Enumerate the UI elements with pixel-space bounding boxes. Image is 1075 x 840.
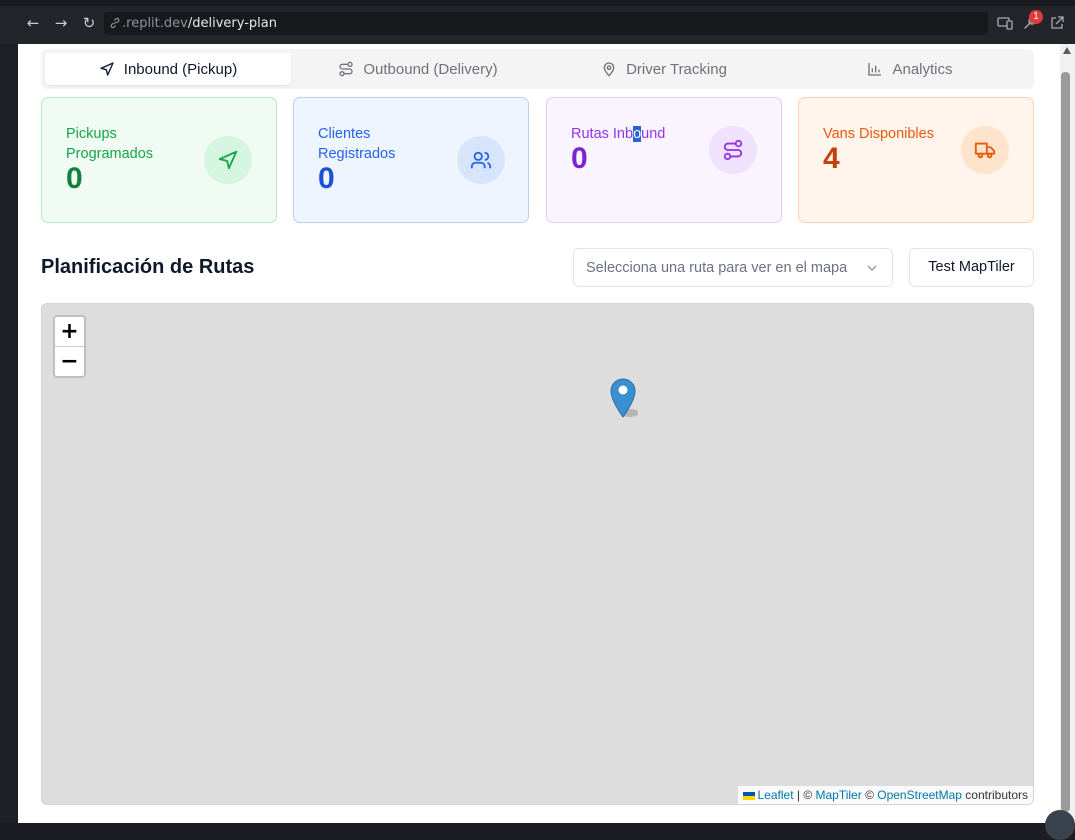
test-maptiler-button[interactable]: Test MapTiler [909, 248, 1034, 287]
route-icon [339, 61, 354, 77]
side-panel-edge [0, 44, 18, 823]
tab-label: Driver Tracking [626, 60, 727, 78]
map-attribution: Leaflet | © MapTiler © OpenStreetMap con… [737, 786, 1033, 804]
back-icon[interactable]: ← [24, 14, 42, 32]
stat-icon [204, 136, 252, 184]
zoom-control: + − [53, 315, 86, 378]
assistant-avatar[interactable] [1045, 810, 1075, 840]
send-icon [218, 150, 238, 170]
attribution-text: contributors [961, 788, 1028, 802]
tab-outbound[interactable]: Outbound (Delivery) [295, 53, 541, 85]
users-icon [470, 151, 492, 169]
url-text: .replit.dev/delivery-plan [122, 16, 277, 31]
tab-analytics[interactable]: Analytics [787, 53, 1033, 85]
stat-value: 0 [318, 162, 335, 195]
route-select-placeholder: Selecciona una ruta para ver en el mapa [586, 260, 848, 276]
reload-icon[interactable]: ↻ [80, 14, 98, 32]
route-map[interactable]: + − Leaflet | © MapTiler © OpenStreetMap… [41, 303, 1034, 805]
url-path: /delivery-plan [187, 16, 277, 31]
link-icon [110, 17, 120, 29]
stat-card-pickups: Pickups Programados 0 [41, 97, 277, 223]
route-select[interactable]: Selecciona una ruta para ver en el mapa [573, 248, 893, 287]
scrollbar-thumb[interactable] [1061, 72, 1070, 812]
map-pin-icon [603, 62, 615, 77]
leaflet-link[interactable]: Leaflet [758, 788, 794, 802]
tab-strip [0, 0, 1075, 6]
stat-card-inbound-routes: Rutas Inbound 0 [546, 97, 782, 223]
stat-label: Pickups Programados [66, 126, 154, 162]
tab-label: Analytics [892, 60, 953, 78]
maptiler-link[interactable]: MapTiler [816, 788, 862, 802]
chevron-down-icon [867, 265, 877, 272]
truck-icon [974, 142, 996, 159]
route-icon [723, 139, 743, 161]
stat-label-part: und [641, 126, 666, 142]
stat-label: Vans Disponibles [823, 126, 934, 142]
ukraine-flag-icon [742, 792, 755, 800]
send-icon [100, 62, 114, 76]
stat-value: 4 [823, 142, 840, 175]
map-marker-icon[interactable] [610, 377, 638, 419]
stat-card-vans: Vans Disponibles 4 [798, 97, 1034, 223]
tab-label: Inbound (Pickup) [123, 60, 238, 78]
forward-icon[interactable]: → [52, 14, 70, 32]
stat-icon [961, 126, 1009, 174]
url-host: .replit.dev [122, 16, 188, 31]
stat-icon [457, 136, 505, 184]
stat-value: 0 [571, 142, 588, 175]
stat-icon [709, 126, 757, 174]
open-external-icon[interactable] [1048, 14, 1066, 32]
notification-badge: 1 [1029, 10, 1043, 24]
text-selection: o [633, 126, 642, 142]
stat-card-clients: Clientes Registrados 0 [293, 97, 529, 223]
stat-value: 0 [66, 162, 83, 195]
stat-label-part: Rutas Inb [571, 126, 634, 142]
stat-label: Rutas Inbound [571, 124, 701, 144]
attribution-separator: | © [793, 788, 816, 802]
attribution-separator: © [861, 788, 878, 802]
view-tabs: Inbound (Pickup) Outbound (Delivery) Dri… [41, 49, 1034, 89]
bar-chart-icon [868, 63, 882, 76]
tab-label: Outbound (Delivery) [363, 60, 498, 78]
tab-driver-tracking[interactable]: Driver Tracking [541, 53, 787, 85]
tab-inbound[interactable]: Inbound (Pickup) [45, 53, 291, 85]
scroll-up-arrow[interactable] [1063, 47, 1071, 54]
stat-label: Clientes Registrados [318, 126, 396, 162]
section-title: Planificación de Rutas [41, 256, 255, 278]
devices-icon[interactable] [996, 14, 1014, 32]
zoom-in-button[interactable]: + [55, 317, 84, 347]
zoom-out-button[interactable]: − [55, 347, 84, 376]
openstreetmap-link[interactable]: OpenStreetMap [877, 788, 962, 802]
browser-toolbar: ← → ↻ .replit.dev/delivery-plan 1 [0, 0, 1075, 44]
